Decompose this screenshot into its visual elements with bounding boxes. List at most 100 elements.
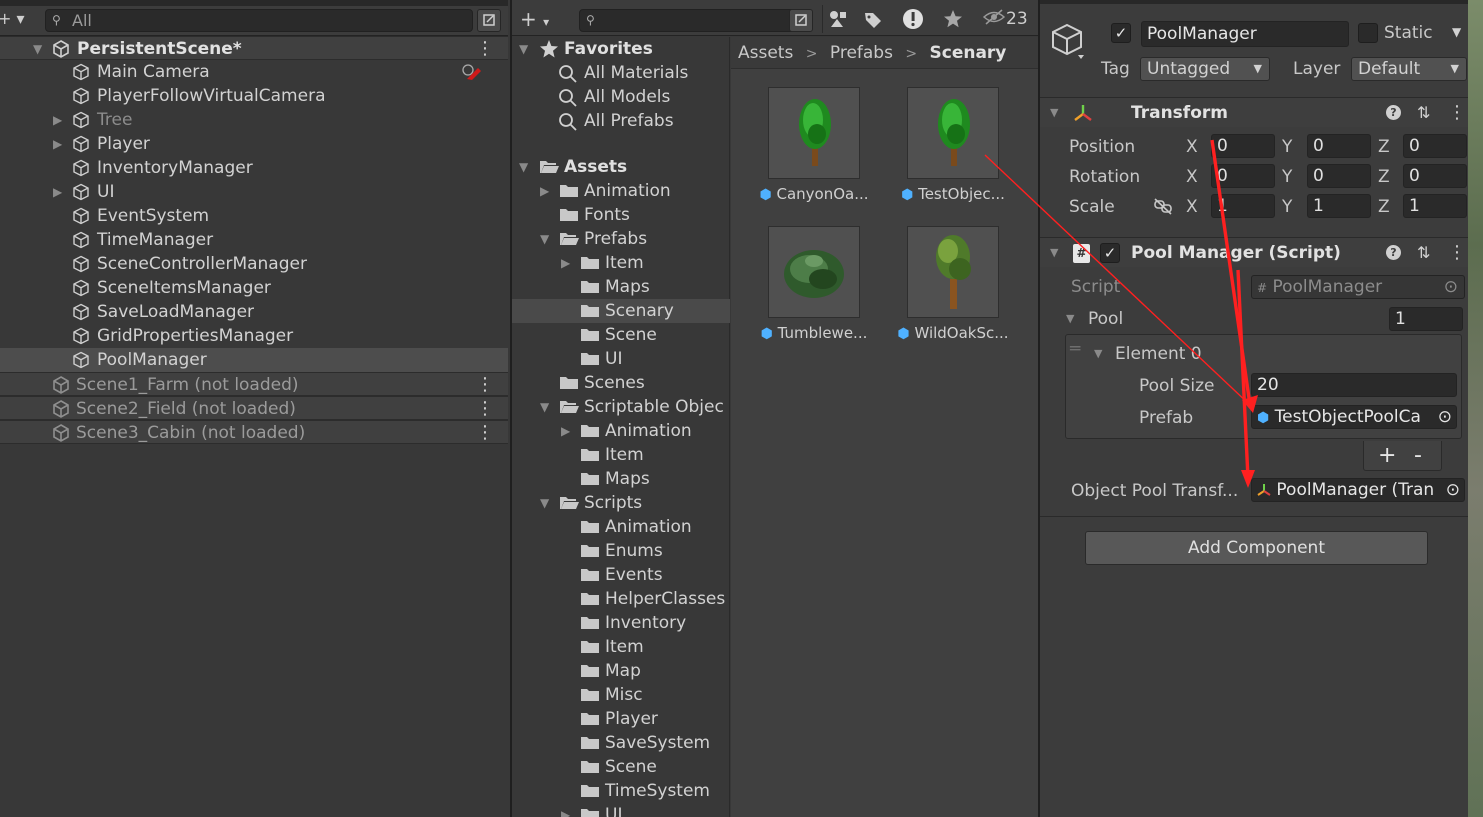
project-folder[interactable]: Scene [512,323,730,347]
asset-tile-test-object[interactable]: ⬢ TestObjec... [893,87,1013,203]
static-checkbox[interactable] [1358,23,1378,43]
expand-arrow-icon[interactable]: ▼ [540,491,549,515]
expand-arrow-icon[interactable]: ▶ [540,179,549,203]
transform-header[interactable]: ▼ Transform ? ⇅ ⋮ [1040,97,1470,127]
project-folder[interactable]: HelperClasses [512,587,730,611]
favorites-header[interactable]: ▼ Favorites [512,37,730,61]
scale-z-field[interactable]: 1 [1403,194,1467,218]
scene-menu-icon[interactable]: ⋮ [476,373,494,397]
log-warning-icon[interactable] [898,5,928,33]
position-y-field[interactable]: 0 [1307,134,1371,158]
hierarchy-item[interactable]: Main Camera [0,60,508,84]
unloaded-scene-row[interactable]: Scene2_Field (not loaded) ⋮ [0,396,508,420]
hierarchy-item[interactable]: PoolManager [0,348,508,372]
foldout-arrow-icon[interactable]: ▼ [1050,238,1058,268]
component-enabled-checkbox[interactable]: ✓ [1100,243,1120,263]
project-search-input[interactable]: ⚲ [579,9,797,32]
scale-y-field[interactable]: 1 [1307,194,1371,218]
position-z-field[interactable]: 0 [1403,134,1467,158]
position-x-field[interactable]: 0 [1211,134,1275,158]
search-options-icon[interactable] [477,9,501,32]
search-options-icon[interactable] [789,9,813,32]
project-folder[interactable]: Scenary [512,299,730,323]
hierarchy-add-button[interactable]: + ▾ [0,9,25,28]
breadcrumb-assets[interactable]: Assets [738,43,793,63]
search-by-type-icon[interactable] [822,5,852,33]
expand-arrow-icon[interactable]: ▼ [540,395,549,419]
drag-handle-icon[interactable]: ═ [1070,339,1080,359]
project-folder[interactable]: ▼ Scripts [512,491,730,515]
scene-menu-icon[interactable]: ⋮ [476,397,494,421]
scene-menu-icon[interactable]: ⋮ [476,37,494,61]
project-folder[interactable]: Misc [512,683,730,707]
hierarchy-item[interactable]: ▶ Tree [0,108,508,132]
breadcrumb-scenary[interactable]: Scenary [930,43,1007,63]
expand-arrow-icon[interactable]: ▼ [519,155,528,179]
unloaded-scene-row[interactable]: Scene3_Cabin (not loaded) ⋮ [0,420,508,444]
add-component-button[interactable]: Add Component [1085,531,1428,565]
favorite-search-item[interactable]: All Models [512,85,730,109]
rotation-x-field[interactable]: 0 [1211,164,1275,188]
foldout-arrow-icon[interactable]: ▼ [1050,98,1058,128]
expand-arrow-icon[interactable]: ▶ [53,108,62,132]
unloaded-scene-row[interactable]: Scene1_Farm (not loaded) ⋮ [0,372,508,396]
help-icon[interactable]: ? [1386,105,1401,120]
rotation-y-field[interactable]: 0 [1307,164,1371,188]
project-folder[interactable]: ▶ Animation [512,179,730,203]
presets-icon[interactable]: ⇅ [1417,238,1430,268]
hierarchy-item[interactable]: InventoryManager [0,156,508,180]
project-folder[interactable]: Map [512,659,730,683]
project-folder[interactable]: Maps [512,275,730,299]
layer-dropdown[interactable]: Default ▼ [1351,57,1467,81]
project-folder[interactable]: Item [512,443,730,467]
add-element-button[interactable]: + [1378,443,1396,468]
presets-icon[interactable]: ⇅ [1417,98,1430,128]
pool-array-size-field[interactable]: 1 [1389,307,1463,331]
project-folder[interactable]: Animation [512,515,730,539]
project-folder[interactable]: Inventory [512,611,730,635]
hierarchy-item[interactable]: TimeManager [0,228,508,252]
tag-dropdown[interactable]: Untagged ▼ [1140,57,1270,81]
project-folder[interactable]: ▼ Scriptable Objec [512,395,730,419]
hierarchy-item[interactable]: EventSystem [0,204,508,228]
project-folder[interactable]: ▶ UI [512,803,730,817]
hierarchy-item[interactable]: SceneControllerManager [0,252,508,276]
expand-arrow-icon[interactable]: ▶ [53,180,62,204]
hierarchy-item[interactable]: ▶ Player [0,132,508,156]
asset-tile-canyon-oak[interactable]: ⬢ CanyonOa... [754,87,874,203]
object-name-field[interactable]: PoolManager [1141,21,1349,47]
expand-arrow-icon[interactable]: ▶ [53,132,62,156]
object-picker-icon[interactable]: ⊙ [1435,406,1452,428]
expand-arrow-icon[interactable]: ▶ [561,251,570,275]
project-folder[interactable]: Maps [512,467,730,491]
foldout-arrow-icon[interactable]: ▼ [1066,312,1074,325]
favorite-search-item[interactable]: All Prefabs [512,109,730,133]
gameobject-cube-icon[interactable] [1050,22,1086,62]
project-folder[interactable]: Player [512,707,730,731]
pool-size-field[interactable]: 20 [1251,373,1457,397]
project-folder[interactable]: Item [512,635,730,659]
project-folder[interactable]: ▼ Prefabs [512,227,730,251]
prefab-object-field[interactable]: ⬢ TestObjectPoolCa ⊙ [1251,405,1457,429]
static-dropdown-icon[interactable]: ▼ [1452,25,1461,39]
hierarchy-item[interactable]: GridPropertiesManager [0,324,508,348]
expand-arrow-icon[interactable]: ▼ [540,227,549,251]
favorite-search-item[interactable]: All Materials [512,61,730,85]
project-folder[interactable]: TimeSystem [512,779,730,803]
project-folder[interactable]: Scenes [512,371,730,395]
project-folder[interactable]: SaveSystem [512,731,730,755]
project-folder[interactable]: Events [512,563,730,587]
component-menu-icon[interactable]: ⋮ [1448,238,1466,268]
expand-arrow-icon[interactable]: ▼ [33,37,42,61]
scene-row-persistent[interactable]: ▼ PersistentScene* ⋮ [0,36,508,60]
constrain-proportions-icon[interactable] [1152,196,1174,216]
asset-tile-tumbleweed[interactable]: ⬢ Tumblewe... [754,226,874,342]
object-pool-transform-field[interactable]: PoolManager (Tran ⊙ [1251,478,1465,502]
favorite-star-icon[interactable] [938,5,968,33]
project-folder[interactable]: ▶ Item [512,251,730,275]
hierarchy-item[interactable]: ▶ UI [0,180,508,204]
expand-arrow-icon[interactable]: ▶ [561,803,570,817]
rotation-z-field[interactable]: 0 [1403,164,1467,188]
active-checkbox[interactable]: ✓ [1111,23,1131,43]
search-by-label-icon[interactable] [858,5,888,33]
